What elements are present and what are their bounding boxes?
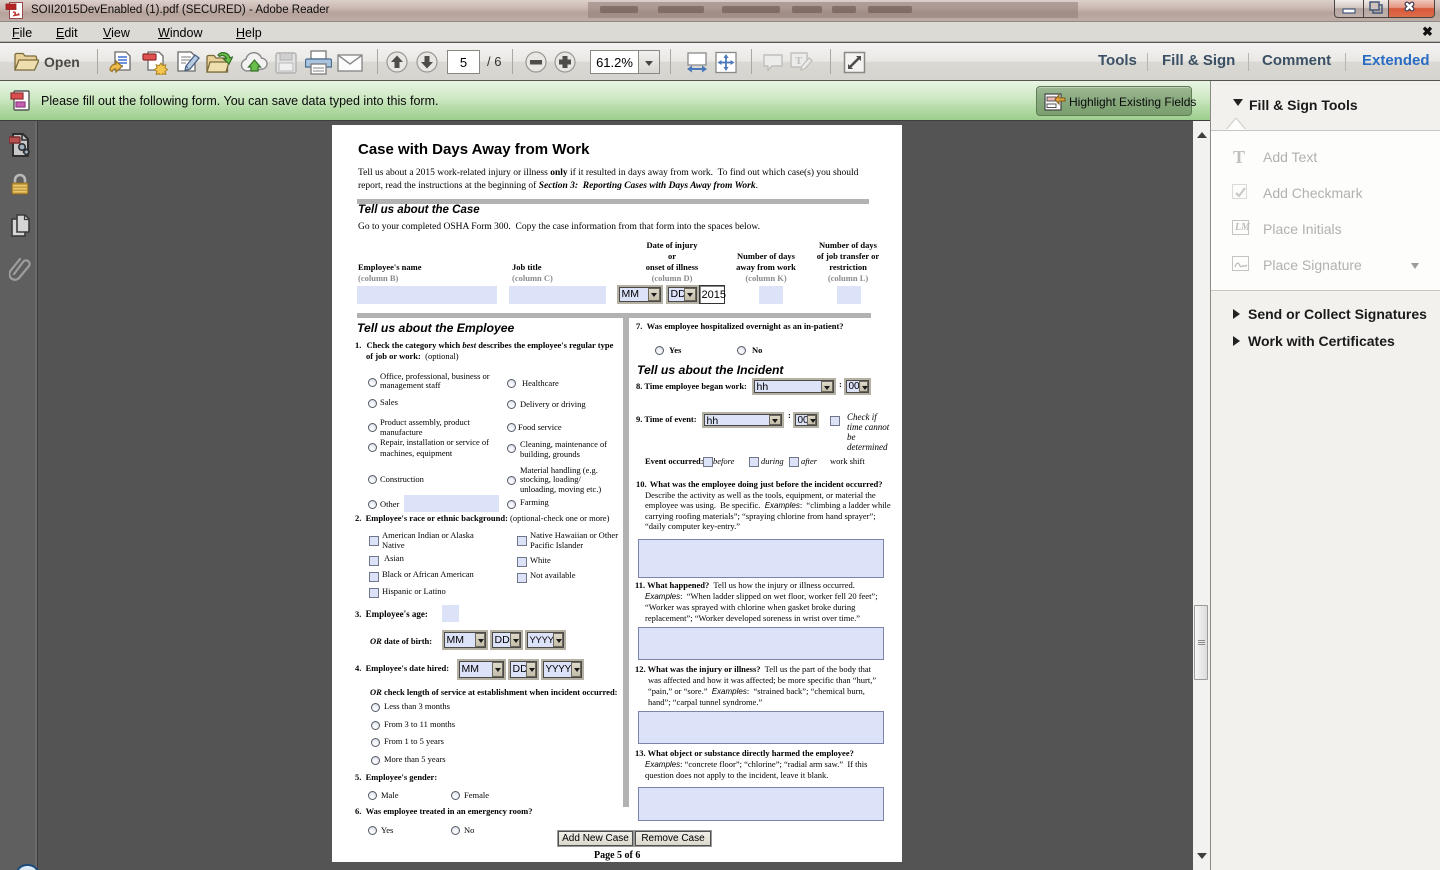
svg-text:T: T bbox=[795, 55, 803, 67]
